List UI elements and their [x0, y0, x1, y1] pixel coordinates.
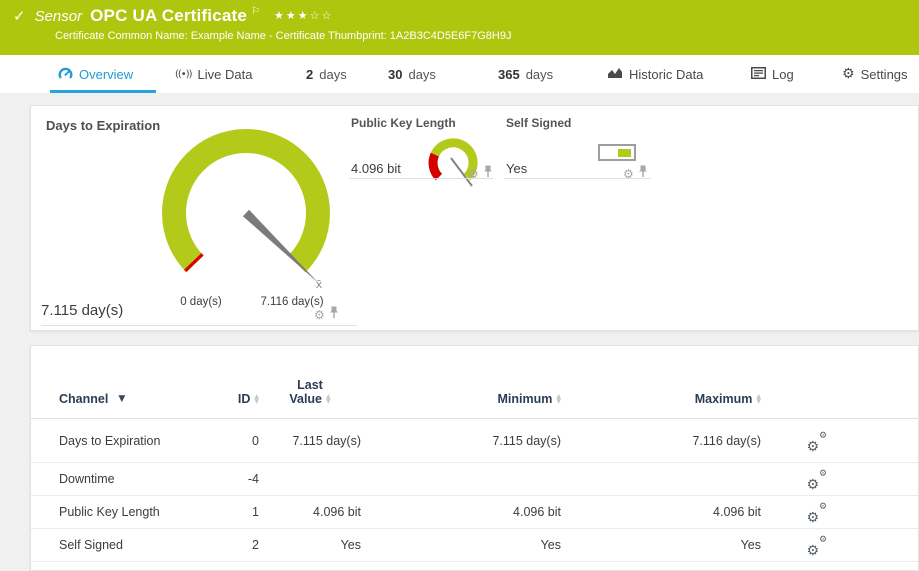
sort-toggle-icon: ▲▼: [326, 394, 331, 404]
column-header-id[interactable]: ID ▲▼: [199, 392, 259, 406]
gauge-gear-icon[interactable]: ⚙: [314, 309, 325, 321]
gauges-panel: Days to Expiration x̄ 0 day(s) 7.116 day…: [30, 105, 919, 331]
channel-id: 1: [199, 505, 259, 519]
table-row: Downtime -4 ⚙⚙: [31, 463, 918, 496]
channel-id: 2: [199, 538, 259, 552]
log-icon: [751, 67, 766, 82]
tab-overview[interactable]: Overview: [58, 55, 133, 93]
tab-overview-label: Overview: [79, 67, 133, 82]
channel-id: -4: [199, 472, 259, 486]
column-header-maximum-label: Maximum: [695, 392, 753, 406]
tab-historic-data-label: Historic Data: [629, 67, 703, 82]
status-check-icon: ✓: [13, 7, 26, 25]
tab-365-days-label: days: [526, 67, 553, 82]
gauge-title-self-signed: Self Signed: [506, 116, 571, 130]
tab-2-days-number: 2: [306, 67, 313, 82]
channel-id: 0: [199, 434, 259, 448]
table-row: Days to Expiration 0 7.115 day(s) 7.115 …: [31, 419, 918, 463]
toggle-knob: [618, 149, 631, 157]
column-header-minimum-label: Minimum: [498, 392, 553, 406]
column-header-maximum[interactable]: Maximum ▲▼: [561, 392, 761, 406]
tab-live-data[interactable]: ((•)) Live Data: [175, 55, 252, 93]
sensor-title: OPC UA Certificate: [90, 6, 247, 26]
days-to-expiration-value: 7.115 day(s): [41, 302, 123, 319]
channel-last-value: Yes: [259, 538, 361, 552]
table-row: Self Signed 2 Yes Yes Yes ⚙⚙: [31, 529, 918, 562]
tab-settings[interactable]: ⚙ Settings: [842, 55, 908, 93]
column-header-minimum[interactable]: Minimum ▲▼: [361, 392, 561, 406]
tab-settings-label: Settings: [861, 67, 908, 82]
tab-365-days[interactable]: 365 days: [498, 55, 553, 93]
channels-table-panel: Channel ▼ ID ▲▼ Last Value ▲▼ Minimu: [30, 345, 919, 571]
column-header-value-label: Value: [289, 392, 322, 406]
tab-30-days-number: 30: [388, 67, 402, 82]
channel-last-value: 4.096 bit: [259, 505, 361, 519]
channel-minimum: 4.096 bit: [361, 505, 561, 519]
table-row: Public Key Length 1 4.096 bit 4.096 bit …: [31, 496, 918, 529]
tab-log[interactable]: Log: [751, 55, 794, 93]
channel-maximum: Yes: [561, 538, 761, 552]
gauge-min-label: 0 day(s): [151, 296, 251, 308]
tab-log-label: Log: [772, 67, 794, 82]
channel-maximum: 4.096 bit: [561, 505, 761, 519]
sensor-message: Certificate Common Name: Example Name - …: [55, 30, 511, 42]
self-signed-toggle-indicator: [598, 144, 636, 161]
channel-minimum: Yes: [361, 538, 561, 552]
sensor-status-header: ✓ Sensor OPC UA Certificate ⚐ ★★★☆☆ Cert…: [0, 0, 919, 55]
channel-name: Self Signed: [31, 538, 199, 552]
tab-2-days[interactable]: 2 days: [306, 55, 347, 93]
channels-table-header: Channel ▼ ID ▲▼ Last Value ▲▼ Minimu: [31, 346, 918, 419]
gauge-pin-icon[interactable]: [638, 165, 648, 183]
average-marker: x̄: [312, 278, 326, 291]
historic-chart-icon: [607, 66, 623, 82]
tab-live-data-label: Live Data: [198, 67, 253, 82]
channel-name: Public Key Length: [31, 505, 199, 519]
channel-name: Days to Expiration: [31, 434, 199, 448]
tab-historic-data[interactable]: Historic Data: [607, 55, 703, 93]
gauge-pin-icon[interactable]: [483, 165, 493, 183]
live-data-icon: ((•)): [175, 69, 192, 80]
gauge-red-segment: [433, 155, 439, 178]
channel-name: Downtime: [31, 472, 199, 486]
column-header-id-label: ID: [238, 392, 251, 406]
public-key-length-value: 4.096 bit: [351, 161, 401, 176]
channel-minimum: 7.115 day(s): [361, 434, 561, 448]
sort-desc-icon: ▼: [118, 394, 125, 404]
object-kind-label: Sensor: [35, 8, 83, 25]
priority-stars[interactable]: ★★★☆☆: [274, 9, 333, 22]
gauge-title-public-key-length: Public Key Length: [351, 116, 456, 130]
block-divider: [349, 178, 493, 179]
channel-last-value: 7.115 day(s): [259, 434, 361, 448]
block-divider: [504, 178, 651, 179]
column-header-last-label: Last: [297, 378, 323, 392]
column-header-channel-label: Channel: [59, 392, 108, 406]
self-signed-value: Yes: [506, 161, 527, 176]
channel-maximum: 7.116 day(s): [561, 434, 761, 448]
flag-icon[interactable]: ⚐: [251, 6, 260, 17]
sensor-tab-bar: Overview ((•)) Live Data 2 days 30 days …: [0, 55, 919, 93]
overview-content: Days to Expiration x̄ 0 day(s) 7.116 day…: [0, 93, 919, 571]
gauge-pin-icon[interactable]: [329, 306, 339, 324]
tab-30-days-label: days: [408, 67, 435, 82]
tab-2-days-label: days: [319, 67, 346, 82]
gauge-icon: [58, 66, 73, 82]
sort-toggle-icon: ▲▼: [756, 394, 761, 404]
tab-365-days-number: 365: [498, 67, 520, 82]
column-header-channel[interactable]: Channel ▼: [31, 392, 199, 406]
block-divider: [41, 325, 357, 326]
settings-gear-icon: ⚙: [842, 66, 855, 82]
tab-30-days[interactable]: 30 days: [388, 55, 436, 93]
column-header-last-value[interactable]: Last Value ▲▼: [259, 378, 361, 406]
